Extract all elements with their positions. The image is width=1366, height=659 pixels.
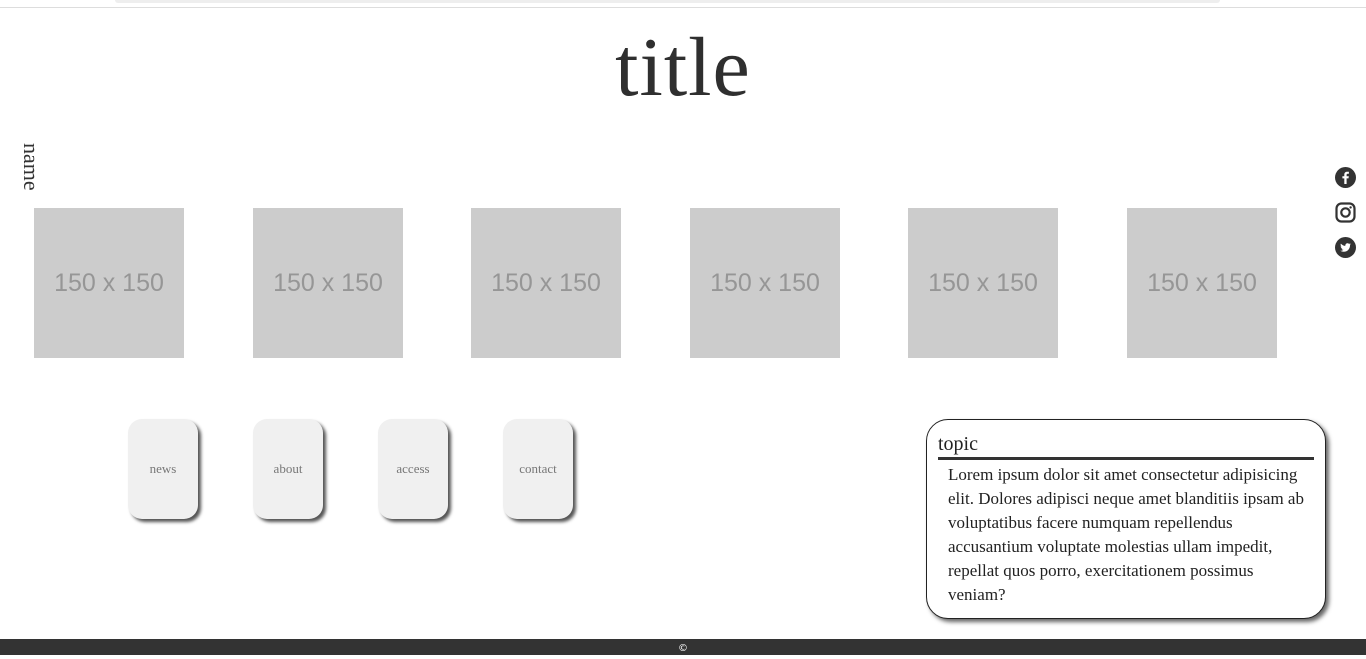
footer: © xyxy=(0,639,1366,655)
gallery-image-placeholder: 150 x 150 xyxy=(34,208,184,358)
browser-top-strip xyxy=(0,0,1366,8)
topic-card: topic Lorem ipsum dolor sit amet consect… xyxy=(926,419,1326,619)
gallery-image-placeholder: 150 x 150 xyxy=(1127,208,1277,358)
gallery-image-placeholder: 150 x 150 xyxy=(690,208,840,358)
gallery-image-placeholder: 150 x 150 xyxy=(908,208,1058,358)
copyright-text: © xyxy=(678,643,688,654)
news-button[interactable]: news xyxy=(128,419,198,519)
contact-button[interactable]: contact xyxy=(503,419,573,519)
top-strip-bar xyxy=(115,0,1220,3)
page-title: title xyxy=(615,21,751,114)
topic-heading: topic xyxy=(938,432,1314,460)
site-name: name xyxy=(19,143,44,191)
topic-body-text: Lorem ipsum dolor sit amet consectetur a… xyxy=(948,465,1304,604)
gallery-image-placeholder: 150 x 150 xyxy=(253,208,403,358)
about-button[interactable]: about xyxy=(253,419,323,519)
image-gallery: 150 x 150 150 x 150 150 x 150 150 x 150 … xyxy=(0,208,1366,358)
gallery-image-placeholder: 150 x 150 xyxy=(471,208,621,358)
facebook-icon[interactable] xyxy=(1335,167,1356,188)
access-button[interactable]: access xyxy=(378,419,448,519)
